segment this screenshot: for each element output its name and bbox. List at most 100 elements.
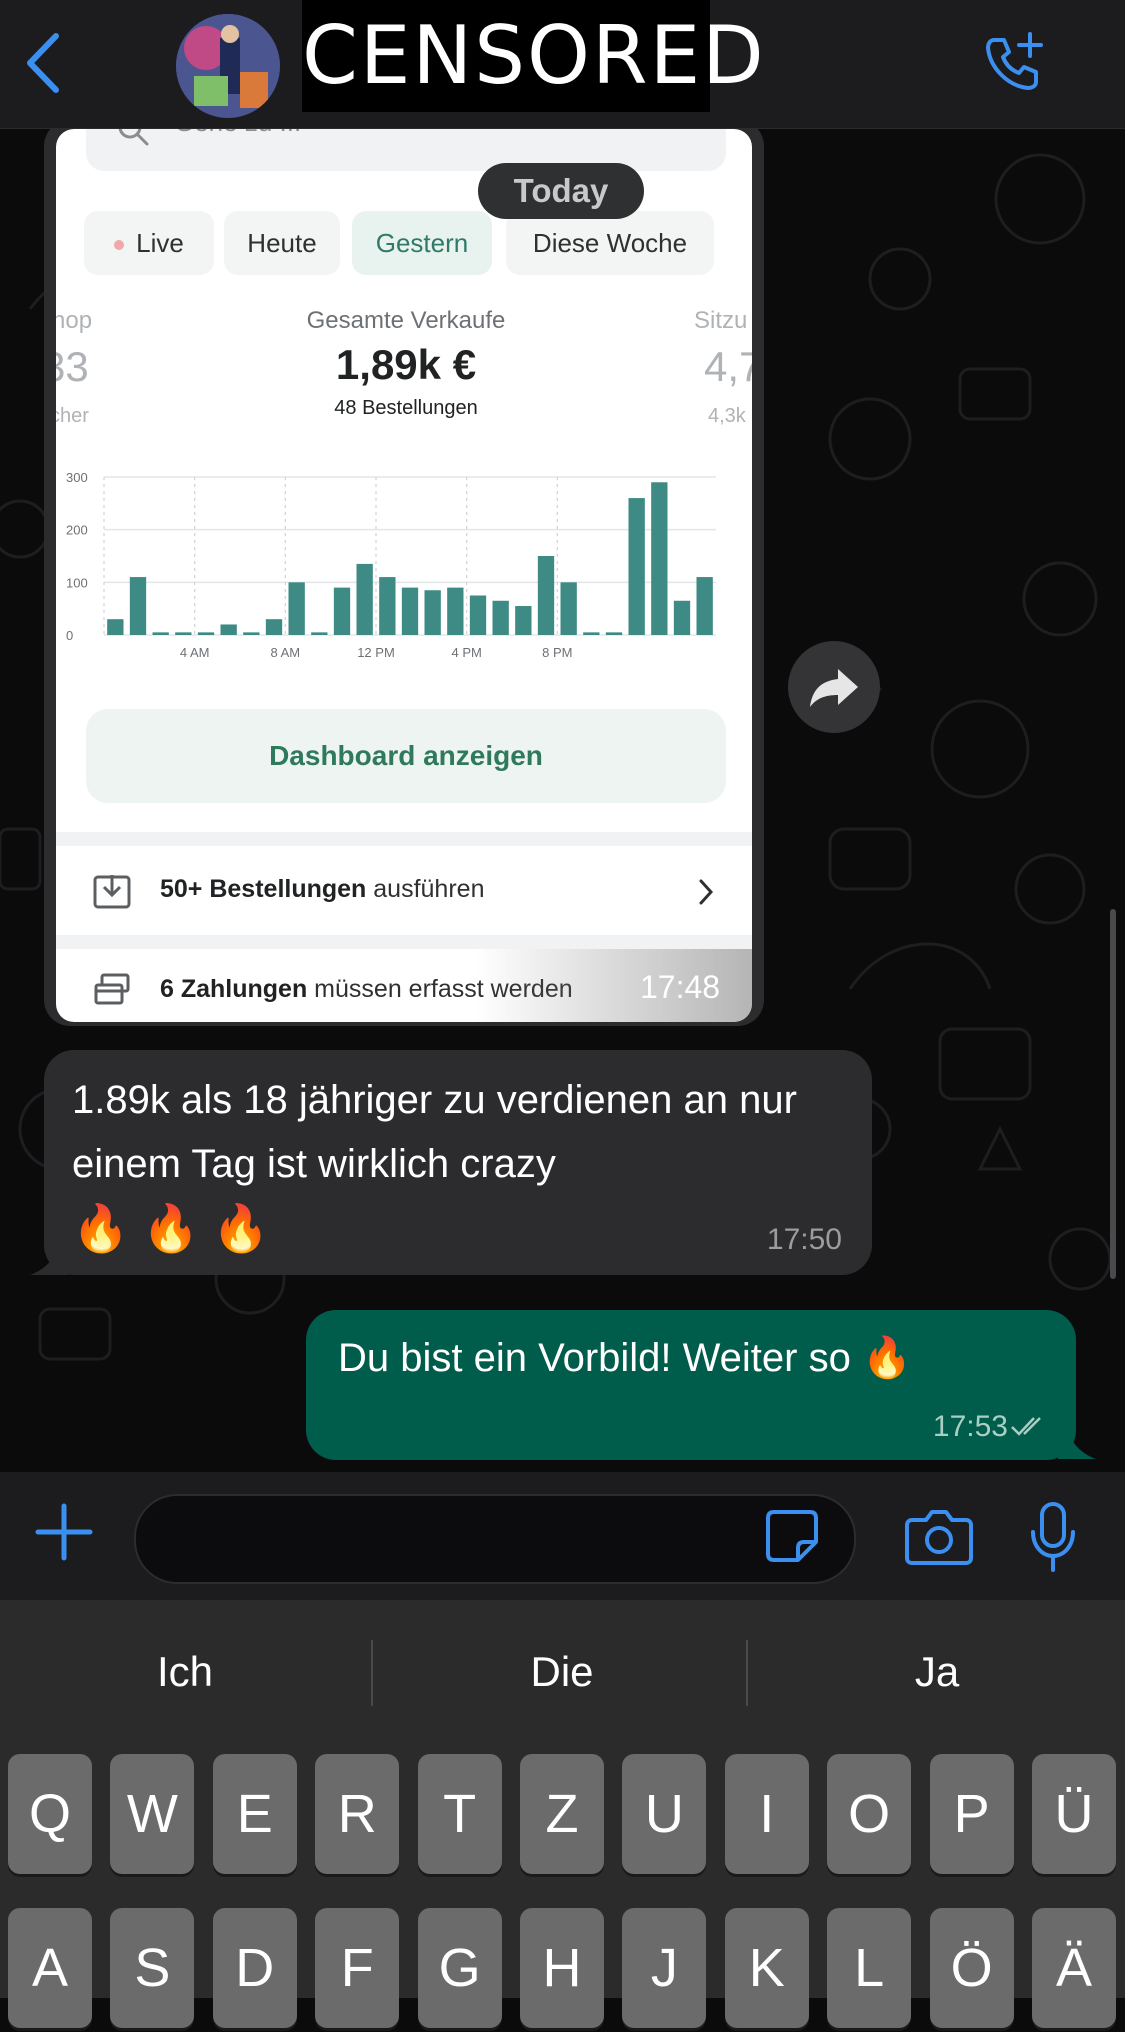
chart-y-tick-label: 300 xyxy=(66,470,88,485)
tab-diese-woche-label: Diese Woche xyxy=(532,228,688,258)
chart-bar xyxy=(356,563,373,635)
chat-area[interactable]: Gehe zu ... Live Heute Gestern Diese Woc… xyxy=(0,129,1125,1472)
tab-gestern: Gestern xyxy=(352,211,492,275)
chart-bar xyxy=(197,632,215,635)
chart-x-tick-label: 4 AM xyxy=(180,645,210,660)
tab-heute-label: Heute xyxy=(247,228,317,258)
outgoing-message-bubble[interactable]: Du bist ein Vorbild! Weiter so 🔥 17:53 xyxy=(306,1310,1076,1460)
chart-x-tick-label: 8 AM xyxy=(271,645,301,660)
chart-bar xyxy=(265,619,283,635)
tab-diese-woche: Diese Woche xyxy=(506,211,714,275)
chevron-right-icon xyxy=(699,879,714,905)
shared-screenshot-image[interactable]: Gehe zu ... Live Heute Gestern Diese Woc… xyxy=(56,129,752,1022)
chart-bar xyxy=(311,632,328,635)
metric-main-label: Gesamte Verkaufe xyxy=(306,307,506,334)
message-composer xyxy=(0,1472,1125,1600)
forward-button[interactable] xyxy=(788,641,880,733)
chart-bar xyxy=(651,482,668,635)
chart-bar xyxy=(129,577,147,635)
outgoing-timestamp: 17:53 xyxy=(932,1410,1008,1443)
chart-bar xyxy=(560,582,577,635)
key-r2-5[interactable]: H xyxy=(520,1908,604,2028)
key-r2-1[interactable]: S xyxy=(110,1908,195,2028)
chart-bar xyxy=(288,582,305,635)
sticker-icon[interactable] xyxy=(764,1508,820,1564)
metric-right-sub: 4,3k xyxy=(708,405,746,427)
key-r1-9[interactable]: P xyxy=(929,1754,1014,1874)
suggestion-3[interactable]: Ja xyxy=(752,1624,1122,1720)
row-fulfill-bold: 50+ Bestellungen xyxy=(160,875,367,903)
section-divider-2 xyxy=(56,935,752,949)
key-r2-6[interactable]: J xyxy=(622,1908,707,2028)
key-r1-2[interactable]: E xyxy=(212,1754,297,1874)
fulfill-orders-icon xyxy=(93,875,131,909)
message-input[interactable] xyxy=(134,1494,856,1584)
chart-x-tick-label: 4 PM xyxy=(451,645,481,660)
date-chip: Today xyxy=(478,163,644,219)
section-divider xyxy=(56,832,752,846)
key-r1-7[interactable]: I xyxy=(724,1754,809,1874)
back-chevron-icon[interactable] xyxy=(20,30,66,96)
tab-live: Live xyxy=(84,211,214,275)
key-r1-8[interactable]: O xyxy=(827,1754,912,1874)
incoming-message-bubble[interactable]: 1.89k als 18 jähriger zu verdienen an nu… xyxy=(44,1050,872,1275)
key-r2-7[interactable]: K xyxy=(724,1908,809,2028)
key-r1-4[interactable]: T xyxy=(417,1754,502,1874)
search-icon xyxy=(118,129,149,146)
chat-scrollbar[interactable] xyxy=(1110,909,1116,1279)
dashboard-button: Dashboard anzeigen xyxy=(86,709,726,803)
contact-avatar[interactable] xyxy=(176,14,280,118)
key-r1-0[interactable]: Q xyxy=(8,1754,92,1874)
live-dot-icon xyxy=(114,240,125,251)
key-r1-10[interactable]: Ü xyxy=(1032,1754,1116,1874)
key-r2-0[interactable]: A xyxy=(8,1908,92,2028)
read-receipt-icon xyxy=(1011,1417,1041,1436)
metric-main-sub: 48 Bestellungen xyxy=(334,397,478,419)
search-placeholder: Gehe zu ... xyxy=(174,129,301,138)
chart-bar xyxy=(401,587,419,635)
avatar-image xyxy=(176,14,280,118)
chart-y-tick-label: 100 xyxy=(66,575,88,590)
key-r2-3[interactable]: F xyxy=(315,1908,400,2028)
chart-y-tick-label: 200 xyxy=(66,523,88,538)
screenshot-search-bar: Gehe zu ... xyxy=(86,129,726,171)
key-r1-1[interactable]: W xyxy=(110,1754,195,1874)
chart-bar xyxy=(469,595,487,635)
metric-main: Gesamte Verkaufe 1,89k € 48 Bestellungen xyxy=(216,307,596,420)
key-r2-10[interactable]: Ä xyxy=(1032,1908,1116,2028)
metric-right-label: Sitzu xyxy=(694,307,748,334)
add-call-icon[interactable] xyxy=(980,30,1046,96)
suggestion-divider xyxy=(371,1640,373,1706)
censored-name-banner: CENSORED xyxy=(302,0,764,112)
chart-x-tick-label: 8 PM xyxy=(542,645,572,660)
chart-bar xyxy=(107,619,124,635)
incoming-text: 1.89k als 18 jähriger zu verdienen an nu… xyxy=(72,1078,797,1186)
plus-icon[interactable] xyxy=(34,1502,94,1562)
key-r1-3[interactable]: R xyxy=(315,1754,400,1874)
tab-heute: Heute xyxy=(224,211,340,275)
suggestion-2[interactable]: Die xyxy=(377,1624,747,1720)
key-r2-8[interactable]: L xyxy=(827,1908,912,2028)
key-r2-4[interactable]: G xyxy=(417,1908,502,2028)
key-r2-9[interactable]: Ö xyxy=(929,1908,1014,2028)
sales-chart-svg: 0 100 200 300 4 AM 8 AM 12 PM 4 PM 8 PM xyxy=(66,470,716,660)
incoming-message-text: 1.89k als 18 jähriger zu verdienen an nu… xyxy=(72,1068,862,1263)
chart-y-tick-label: 0 xyxy=(66,628,73,643)
keyboard-row-2: ASDFGHJKLÖÄ xyxy=(0,1908,1125,2032)
chart-bar xyxy=(537,556,555,635)
suggestion-1[interactable]: Ich xyxy=(0,1624,370,1720)
outgoing-bubble-tail xyxy=(1058,1431,1096,1459)
camera-icon[interactable] xyxy=(904,1506,974,1566)
outgoing-message-text: Du bist ein Vorbild! Weiter so 🔥 xyxy=(338,1336,912,1380)
key-r2-2[interactable]: D xyxy=(212,1908,297,2028)
metric-left-label: hop xyxy=(56,307,93,334)
microphone-icon[interactable] xyxy=(1028,1500,1078,1574)
chart-bar xyxy=(628,498,645,635)
row-fulfill-orders: 50+ Bestellungen ausführen xyxy=(160,875,484,904)
sales-bar-chart: 0 100 200 300 4 AM 8 AM 12 PM 4 PM 8 PM xyxy=(56,459,752,679)
chart-bar xyxy=(696,577,713,635)
metric-main-value: 1,89k € xyxy=(335,341,477,388)
metric-left-value: 33 xyxy=(56,343,89,390)
key-r1-6[interactable]: U xyxy=(622,1754,707,1874)
key-r1-5[interactable]: Z xyxy=(520,1754,604,1874)
